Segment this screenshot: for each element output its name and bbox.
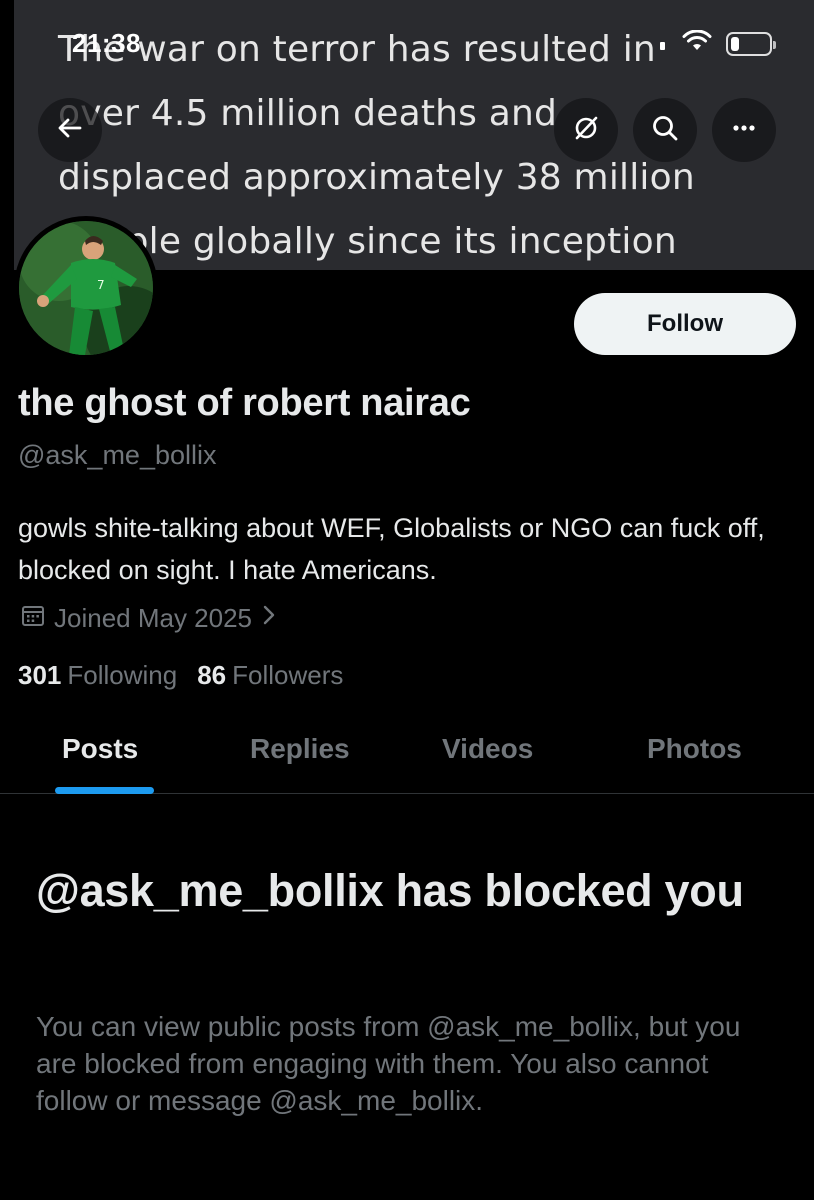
more-button[interactable]	[712, 98, 776, 162]
more-icon	[729, 113, 759, 148]
search-icon	[650, 113, 680, 148]
joined-label: Joined May 2025	[54, 603, 253, 633]
wifi-icon	[682, 29, 712, 57]
profile-bio: gowls shite-talking about WEF, Globalist…	[18, 513, 765, 585]
followers-count: 86	[197, 660, 227, 690]
active-tab-indicator	[55, 787, 154, 794]
tab-videos[interactable]: Videos	[442, 733, 533, 765]
avatar-image: 7	[19, 221, 153, 355]
battery-level	[731, 36, 739, 51]
follow-stats: 301 Following 86 Followers	[18, 660, 343, 691]
tab-posts[interactable]: Posts	[62, 733, 138, 765]
grok-icon	[571, 113, 601, 148]
blocked-title: @ask_me_bollix has blocked you	[36, 865, 744, 916]
following-label: Following	[67, 660, 178, 690]
tab-replies[interactable]: Replies	[250, 733, 350, 765]
signal-icon	[658, 30, 668, 57]
blocked-description: You can view public posts from @ask_me_b…	[36, 1011, 741, 1116]
avatar[interactable]: 7	[14, 216, 158, 360]
arrow-left-icon	[55, 113, 85, 148]
following-count: 301	[18, 660, 62, 690]
search-button[interactable]	[633, 98, 697, 162]
profile-tabs: Posts Replies Videos Photos	[0, 705, 814, 794]
followers-link[interactable]: 86 Followers	[197, 660, 343, 691]
follow-button[interactable]: Follow	[574, 293, 796, 355]
joined-date[interactable]: Joined May 2025	[20, 602, 278, 635]
banner-line: people globally since its inception	[58, 221, 677, 262]
back-button[interactable]	[38, 98, 102, 162]
status-time: 21:38	[72, 28, 141, 58]
following-link[interactable]: 301 Following	[18, 660, 177, 691]
profile-handle: @ask_me_bollix	[18, 440, 217, 470]
banner-line: displaced approximately 38 million	[58, 157, 695, 198]
chevron-right-icon	[260, 602, 278, 635]
status-icons	[658, 29, 776, 57]
calendar-icon	[20, 602, 46, 635]
tab-photos[interactable]: Photos	[647, 733, 742, 765]
display-name: the ghost of robert nairac	[18, 382, 471, 424]
followers-label: Followers	[232, 660, 344, 690]
battery-icon	[726, 31, 776, 56]
grok-button[interactable]	[554, 98, 618, 162]
svg-text:7: 7	[97, 278, 105, 292]
